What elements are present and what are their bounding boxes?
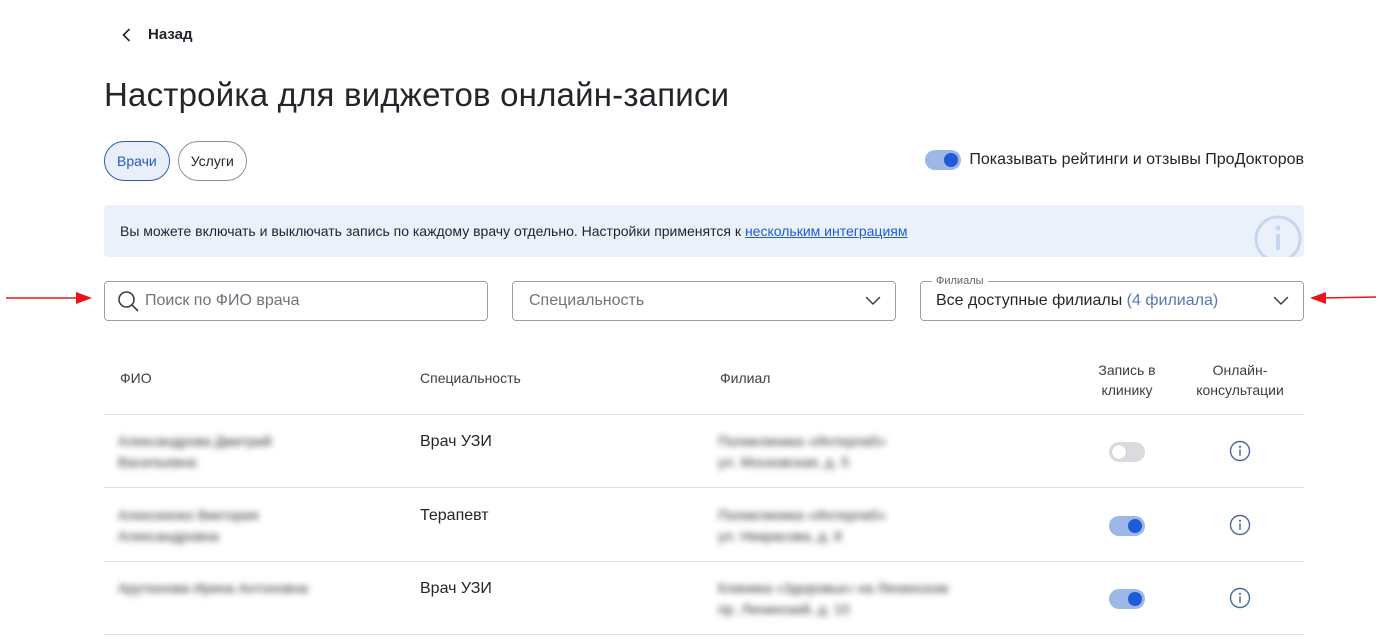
rating-toggle[interactable] [925,150,962,170]
clinic-booking-toggle[interactable] [1109,516,1145,536]
info-icon [1254,215,1302,257]
specialty-select[interactable]: Специальность [512,281,896,321]
page-title: Настройка для виджетов онлайн-записи [104,76,730,113]
branches-legend: Филиалы [932,275,988,287]
table-row: Александрова Дмитрий Васильевна Врач УЗИ… [104,415,1304,488]
search-input[interactable] [145,292,465,310]
info-icon[interactable] [1229,514,1251,536]
doctor-name: Александрова Дмитрий Васильевна [118,433,272,470]
header-specialty: Специальность [420,370,521,386]
doctor-name: Арутюнова Ирина Антоновна [118,580,309,596]
branches-select[interactable]: Филиалы Все доступные филиалы (4 филиала… [920,275,1304,321]
tab-services[interactable]: Услуги [177,141,247,181]
clinic-booking-toggle[interactable] [1109,442,1145,462]
back-link[interactable]: Назад [120,26,192,43]
search-field [104,281,488,321]
header-name: ФИО [120,370,152,386]
integrations-link[interactable]: нескольким интеграциям [745,223,908,239]
info-banner: Вы можете включать и выключать запись по… [104,205,1304,257]
doctor-branch: Клиника «Здоровье» на Ленинском пр. Лени… [718,580,949,617]
table-header: ФИО Специальность Филиал Запись в клиник… [104,354,1304,415]
doctor-name: Алексеенко Виктория Александровна [118,507,259,544]
page: Назад Настройка для виджетов онлайн-запи… [0,0,1379,640]
branches-value: Все доступные филиалы (4 филиала) [936,292,1218,310]
branches-value-text: Все доступные филиалы [936,292,1123,309]
annotation-arrow-right-icon [6,292,92,304]
header-branch: Филиал [720,370,771,386]
specialty-placeholder: Специальность [529,292,645,309]
tabs: Врачи Услуги [104,141,247,181]
doctor-branch: Поликлиника «Интерлаб» ул. Московская, д… [718,433,887,470]
search-icon [118,291,139,312]
annotation-arrow-left-icon [1310,292,1376,304]
clinic-booking-toggle[interactable] [1109,589,1145,609]
branches-count: (4 филиала) [1126,292,1219,309]
header-clinic-booking: Запись в клинику [1098,362,1156,398]
table-row: Алексеенко Виктория Александровна Терапе… [104,489,1304,562]
chevron-left-icon [122,28,130,41]
doctor-specialty: Врач УЗИ [420,433,492,450]
info-icon[interactable] [1229,440,1251,462]
tab-doctors[interactable]: Врачи [104,141,170,181]
chevron-down-icon [1273,296,1289,305]
banner-text: Вы можете включать и выключать запись по… [120,223,741,239]
header-online-consult: Онлайн-консультации [1196,362,1284,398]
table-row: Арутюнова Ирина Антоновна Врач УЗИ Клини… [104,562,1304,635]
doctor-specialty: Терапевт [420,507,489,524]
info-icon[interactable] [1229,587,1251,609]
rating-toggle-row: Показывать рейтинги и отзывы ПроДокторов [925,150,1304,170]
rating-toggle-label: Показывать рейтинги и отзывы ПроДокторов [969,151,1304,168]
back-label: Назад [148,26,193,43]
chevron-down-icon [865,296,881,305]
doctor-branch: Поликлиника «Интерлаб» ул. Некрасова, д.… [718,507,887,544]
doctor-specialty: Врач УЗИ [420,580,492,597]
